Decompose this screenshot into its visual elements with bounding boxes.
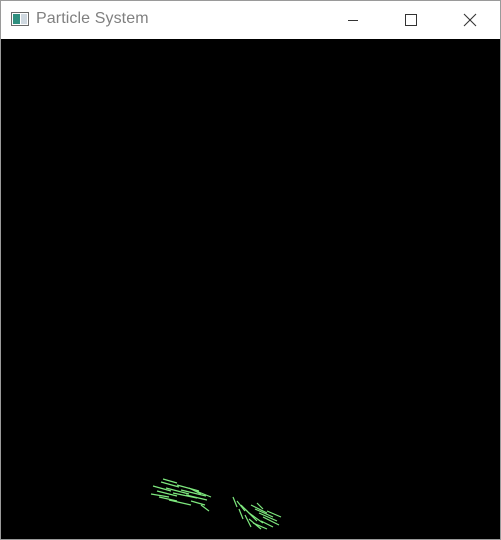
window-title: Particle System (36, 10, 149, 27)
particle-streak (244, 514, 252, 528)
particle-streak (162, 478, 178, 484)
close-icon (463, 13, 477, 27)
particle-canvas[interactable] (1, 39, 500, 539)
particle-layer (150, 478, 282, 530)
app-window: Particle System (0, 0, 501, 540)
minimize-icon (347, 14, 359, 26)
app-window-icon (11, 12, 29, 26)
particle-streak (168, 499, 192, 506)
minimize-button[interactable] (324, 1, 382, 39)
maximize-icon (405, 14, 417, 26)
particle-cluster (150, 478, 282, 530)
particle-streak (176, 484, 200, 492)
particle-streak (266, 510, 282, 518)
particle-streak (158, 496, 178, 502)
title-bar[interactable]: Particle System (1, 1, 500, 39)
particle-streak (260, 520, 274, 528)
particle-streak (200, 504, 210, 512)
maximize-button[interactable] (382, 1, 440, 39)
close-button[interactable] (441, 1, 499, 39)
particle-streak (150, 493, 170, 498)
particle-streak (232, 496, 238, 508)
particle-streak (190, 500, 206, 506)
particle-streak (238, 508, 244, 520)
particle-streak (250, 504, 268, 514)
particle-streak (236, 500, 246, 512)
